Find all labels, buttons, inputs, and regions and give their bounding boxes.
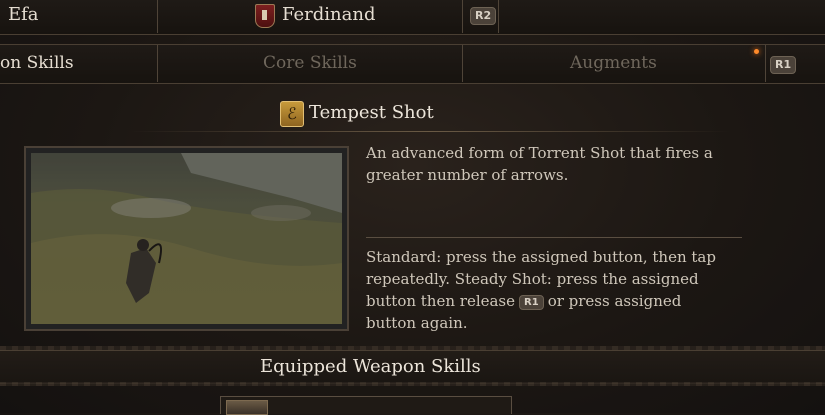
tab-divider [157,45,158,82]
inline-r1-button: R1 [519,295,544,310]
description-divider [366,237,742,238]
skill-preview-frame [24,146,349,331]
party-member-efa[interactable]: Efa [8,4,39,25]
party-bar [0,0,825,35]
skill-controls: Standard: press the assigned button, the… [366,246,726,334]
tab-augments[interactable]: Augments [570,53,657,73]
tab-weapon-skills[interactable]: on Skills [0,53,74,73]
r1-button[interactable]: R1 [770,56,797,74]
skill-preview-image [31,153,342,324]
section-ornament [0,382,825,386]
party-member-ferdinand[interactable]: Ferdinand [282,4,375,25]
tab-divider [765,45,766,82]
skill-tabs [0,44,825,84]
skill-name: Tempest Shot [309,102,434,123]
party-divider [462,0,463,33]
party-divider [498,0,499,33]
r2-button[interactable]: R2 [470,7,497,25]
section-title: Equipped Weapon Skills [260,356,481,377]
skill-bow-icon: ℰ [280,101,304,127]
glow-dot [754,49,759,54]
crest-icon [255,4,275,28]
skill-description: An advanced form of Torrent Shot that fi… [366,144,713,184]
tab-core-skills[interactable]: Core Skills [263,53,357,73]
skill-icon-glyph: ℰ [287,104,297,123]
title-underline [130,131,730,132]
party-divider [157,0,158,33]
tab-divider [462,45,463,82]
